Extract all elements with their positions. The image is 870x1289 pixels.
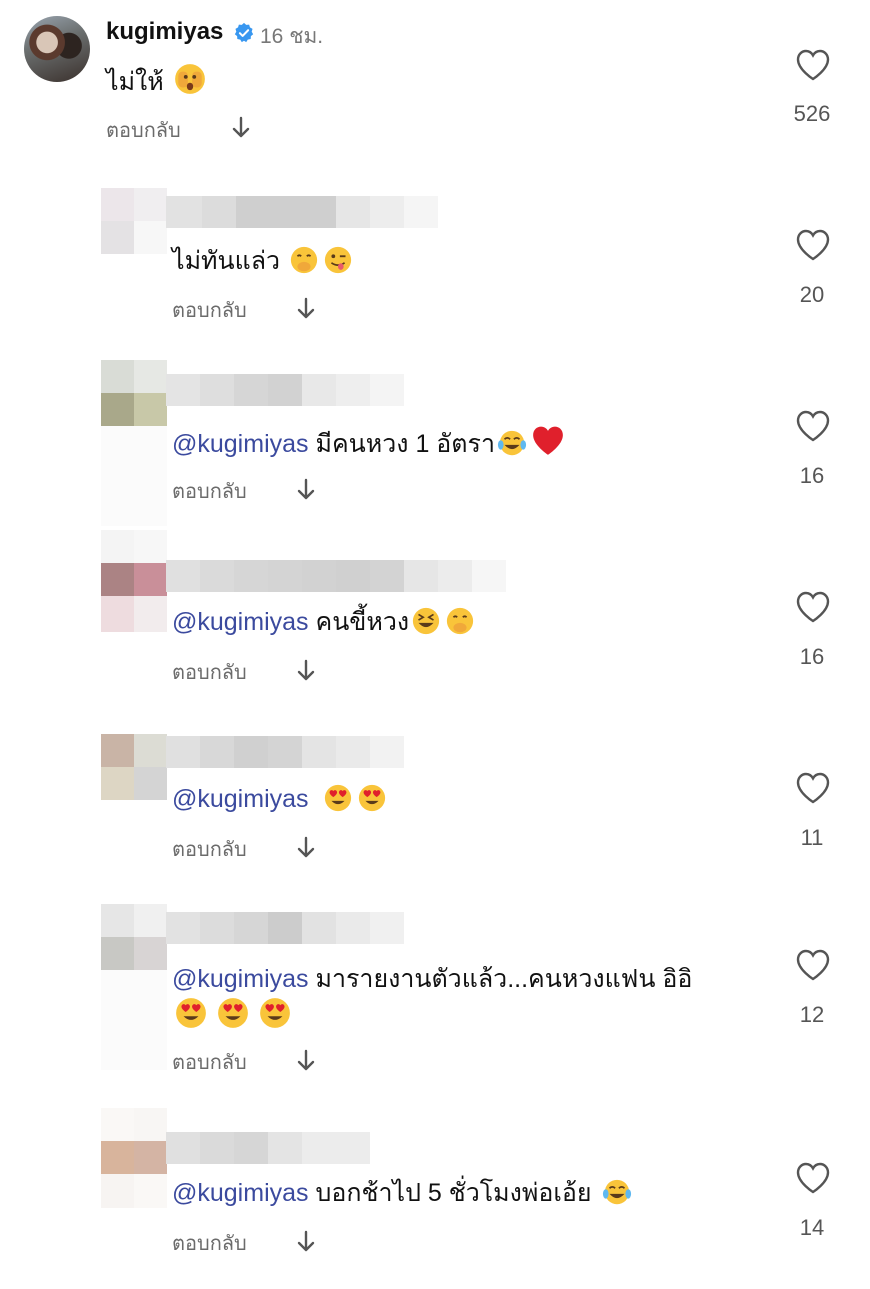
- hand-over-mouth-emoji: [446, 607, 474, 635]
- comment-time: 16 ชม.: [260, 25, 324, 48]
- down-arrow-icon[interactable]: [297, 297, 315, 321]
- reply-button[interactable]: ตอบกลับ: [172, 1046, 247, 1078]
- reply-text: @kugimiyas บอกช้าไป 5 ชั่วโมงพ่อเอ้ย: [172, 1176, 634, 1210]
- blurred-username[interactable]: [166, 1132, 370, 1164]
- reply-body: บอกช้าไป 5 ชั่วโมงพ่อเอ้ย: [308, 1179, 592, 1207]
- blurred-username[interactable]: [166, 912, 404, 944]
- heart-eyes-emoji: [359, 784, 386, 812]
- heart-eyes-emoji: [218, 998, 248, 1028]
- avatar[interactable]: [24, 16, 90, 82]
- reply-button[interactable]: ตอบกลับ: [172, 833, 247, 865]
- avatar[interactable]: [101, 904, 167, 970]
- mention-link[interactable]: @kugimiyas: [172, 430, 309, 458]
- like-heart-icon[interactable]: [795, 771, 831, 805]
- down-arrow-icon[interactable]: [297, 659, 315, 683]
- heart-eyes-emoji: [325, 784, 352, 812]
- comment-body: ไม่ให้: [106, 68, 164, 96]
- reply-text: ไม่ทันแล่ว: [172, 244, 355, 278]
- comment-username[interactable]: kugimiyas: [106, 18, 223, 46]
- reply-body: [309, 785, 316, 813]
- mention-link[interactable]: @kugimiyas: [172, 608, 309, 636]
- avatar-bottom: [101, 1174, 167, 1208]
- like-count: 16: [799, 463, 825, 488]
- down-arrow-icon[interactable]: [297, 478, 315, 502]
- reply-emoji-line: [172, 996, 294, 1033]
- reply-body: มารายงานตัวแล้ว...คนหวงแฟน อิอิ: [308, 965, 693, 993]
- avatar-bottom: [101, 596, 167, 632]
- blurred-username[interactable]: [166, 374, 404, 406]
- mention-link[interactable]: @kugimiyas: [172, 965, 309, 993]
- like-count: 14: [799, 1215, 825, 1240]
- thread-line: [101, 970, 167, 1070]
- reply-button[interactable]: ตอบกลับ: [106, 114, 181, 146]
- down-arrow-icon[interactable]: [297, 836, 315, 860]
- reply-body: มีคนหวง 1 อัตรา: [308, 430, 496, 458]
- heart-eyes-emoji: [260, 998, 290, 1028]
- reply-text: @kugimiyas มีคนหวง 1 อัตรา: [172, 424, 567, 461]
- thread-line: [101, 426, 167, 526]
- reply-text: @kugimiyas: [172, 782, 389, 816]
- like-heart-icon[interactable]: [795, 409, 831, 443]
- grinning-squint-emoji: [412, 607, 440, 635]
- reply-body: ไม่ทันแล่ว: [172, 247, 281, 275]
- down-arrow-icon[interactable]: [297, 1049, 315, 1073]
- heart-eyes-emoji: [176, 998, 206, 1028]
- like-count: 16: [799, 644, 825, 669]
- like-count: 526: [793, 101, 831, 126]
- like-heart-icon[interactable]: [795, 1161, 831, 1195]
- like-heart-icon[interactable]: [795, 590, 831, 624]
- avatar[interactable]: [101, 188, 167, 254]
- reply-text: @kugimiyas มารายงานตัวแล้ว...คนหวงแฟน อิ…: [172, 962, 692, 996]
- reply-button[interactable]: ตอบกลับ: [172, 475, 247, 507]
- like-heart-icon[interactable]: [795, 948, 831, 982]
- reply-button[interactable]: ตอบกลับ: [172, 294, 247, 326]
- winking-tongue-emoji: [324, 246, 352, 274]
- like-count: 12: [799, 1002, 825, 1027]
- comment-text: ไม่ให้: [106, 62, 209, 99]
- like-heart-icon[interactable]: [795, 228, 831, 262]
- tears-of-joy-emoji: [497, 430, 527, 456]
- mention-link[interactable]: @kugimiyas: [172, 785, 309, 813]
- reply-button[interactable]: ตอบกลับ: [172, 1227, 247, 1259]
- red-heart-emoji: [533, 426, 563, 455]
- mention-link[interactable]: @kugimiyas: [172, 1179, 309, 1207]
- blurred-username[interactable]: [166, 736, 404, 768]
- down-arrow-icon[interactable]: [232, 116, 250, 140]
- hand-over-mouth-emoji: [290, 246, 318, 274]
- blurred-username[interactable]: [166, 196, 438, 228]
- down-arrow-icon[interactable]: [297, 1230, 315, 1254]
- like-count: 20: [799, 282, 825, 307]
- avatar[interactable]: [101, 530, 167, 596]
- reply-text: @kugimiyas คนขี้หวง: [172, 605, 477, 639]
- avatar[interactable]: [101, 734, 167, 800]
- tears-of-joy-emoji: [602, 1179, 631, 1205]
- like-heart-icon[interactable]: [795, 48, 831, 82]
- blurred-username[interactable]: [166, 560, 506, 592]
- reply-body: คนขี้หวง: [308, 608, 410, 636]
- shocked-peek-emoji: [174, 64, 205, 94]
- avatar[interactable]: [101, 1108, 167, 1174]
- reply-button[interactable]: ตอบกลับ: [172, 656, 247, 688]
- like-count: 11: [800, 825, 824, 850]
- verified-badge-icon: [234, 22, 254, 43]
- avatar[interactable]: [101, 360, 167, 426]
